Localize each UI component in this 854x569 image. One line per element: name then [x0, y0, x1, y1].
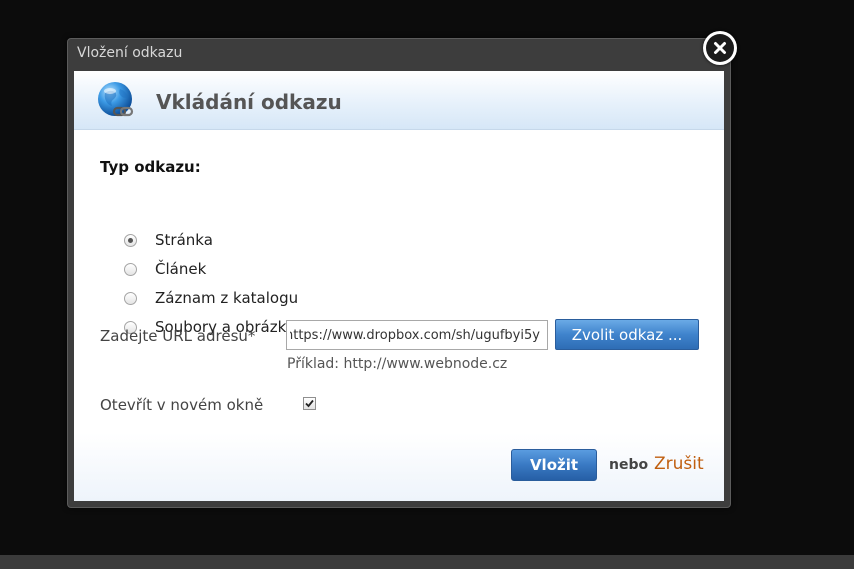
radio-button[interactable] [124, 233, 137, 247]
url-label-text: Zadejte URL adresu [100, 327, 248, 345]
dialog-header: Vkládání odkazu [74, 71, 724, 130]
radio-label: Článek [155, 260, 207, 278]
radio-option-article[interactable]: Článek [124, 258, 206, 280]
or-text: nebo [609, 457, 649, 473]
url-example: Příklad: http://www.webnode.cz [287, 356, 508, 372]
radio-label: Stránka [155, 231, 213, 249]
dialog-title: Vkládání odkazu [156, 90, 342, 114]
close-icon [714, 42, 726, 54]
radio-label: Záznam z katalogu [155, 289, 299, 307]
cancel-link[interactable]: Zrušit [654, 454, 704, 474]
choose-link-button[interactable]: Zvolit odkaz ... [555, 319, 699, 350]
radio-option-catalog[interactable]: Záznam z katalogu [124, 287, 298, 309]
close-button-face [706, 34, 734, 62]
dialog-content: Vkládání odkazu Typ odkazu: Stránka Člán… [74, 71, 724, 501]
radio-option-page[interactable]: Stránka [124, 229, 213, 251]
required-mark: * [247, 327, 256, 345]
globe-link-icon [98, 82, 134, 117]
new-window-checkbox[interactable] [303, 397, 316, 410]
radio-selected-dot [128, 237, 133, 243]
url-input[interactable] [286, 320, 548, 350]
radio-button[interactable] [124, 262, 137, 276]
background-strip [0, 555, 854, 569]
insert-button[interactable]: Vložit [511, 449, 597, 481]
radio-button[interactable] [124, 291, 137, 305]
check-icon [305, 399, 314, 408]
link-type-label: Typ odkazu: [100, 158, 201, 176]
new-window-label: Otevřít v novém okně [100, 396, 264, 414]
dialog-footer: Vložit nebo Zrušit [74, 433, 724, 501]
url-label: Zadejte URL adresu* [100, 327, 255, 345]
close-button[interactable] [703, 31, 737, 65]
insert-link-dialog: Vložení odkazu Vkládání odkazu Typ odkaz… [67, 38, 731, 508]
window-title: Vložení odkazu [77, 45, 183, 61]
